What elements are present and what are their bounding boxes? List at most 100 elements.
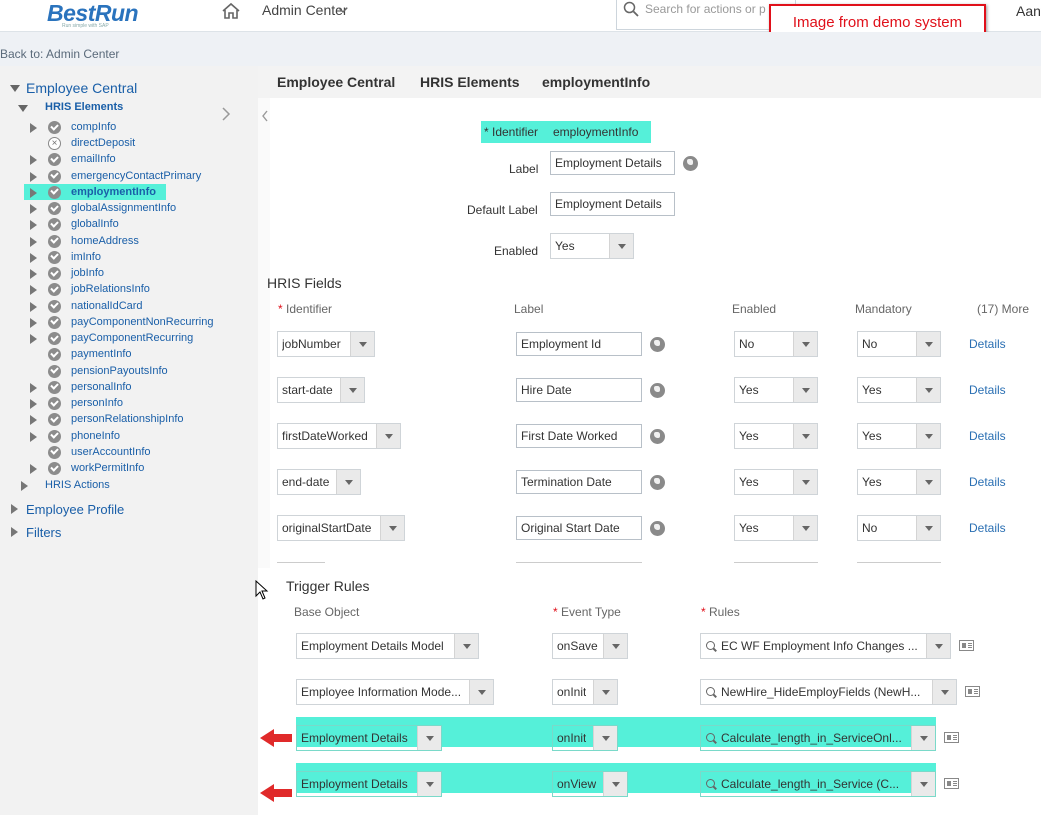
expand-arrow-icon[interactable] bbox=[30, 220, 37, 231]
tree-item-userAccountInfo[interactable]: userAccountInfo bbox=[71, 446, 151, 458]
expand-arrow-icon[interactable] bbox=[21, 481, 28, 491]
field-identifier-select[interactable]: jobNumber bbox=[277, 331, 375, 357]
tree-group-hris-elements[interactable]: HRIS Elements bbox=[45, 101, 123, 113]
expand-arrow-icon[interactable] bbox=[30, 187, 37, 198]
tree-item-jobRelationsInfo[interactable]: jobRelationsInfo bbox=[71, 283, 150, 295]
rule-select[interactable]: Calculate_length_in_Service (C... bbox=[700, 771, 936, 797]
rule-details-icon[interactable] bbox=[944, 778, 959, 789]
collapse-panel[interactable] bbox=[258, 98, 270, 568]
field-label-input[interactable]: First Date Worked bbox=[516, 424, 642, 448]
chevron-down-icon[interactable] bbox=[340, 378, 364, 402]
globe-icon[interactable] bbox=[650, 383, 665, 398]
chevron-down-icon[interactable] bbox=[793, 332, 817, 356]
field-label-input[interactable]: Original Start Date bbox=[516, 516, 642, 540]
field-mandatory-select[interactable]: No bbox=[857, 331, 941, 357]
tree-item-workPermitInfo[interactable]: workPermitInfo bbox=[71, 462, 144, 474]
chevron-down-icon[interactable] bbox=[417, 772, 441, 796]
base-object-select[interactable]: Employee Information Mode... bbox=[296, 679, 494, 705]
tree-root-filters[interactable]: Filters bbox=[26, 525, 61, 540]
globe-icon[interactable] bbox=[683, 156, 698, 171]
field-identifier-select[interactable]: firstDateWorked bbox=[277, 423, 401, 449]
tree-item-nationalIdCard[interactable]: nationalIdCard bbox=[71, 300, 143, 312]
expand-arrow-icon[interactable] bbox=[30, 171, 37, 182]
chevron-down-icon[interactable] bbox=[793, 470, 817, 494]
field-label-input[interactable]: Hire Date bbox=[516, 378, 642, 402]
tree-item-employmentInfo[interactable]: employmentInfo bbox=[71, 186, 156, 198]
globe-icon[interactable] bbox=[650, 475, 665, 490]
expand-arrow-icon[interactable] bbox=[30, 301, 37, 312]
base-object-select[interactable]: Employment Details bbox=[296, 725, 442, 751]
chevron-down-icon[interactable] bbox=[454, 634, 478, 658]
globe-icon[interactable] bbox=[650, 521, 665, 536]
expand-arrow-icon[interactable] bbox=[11, 504, 18, 514]
tree-item-personInfo[interactable]: personInfo bbox=[71, 397, 123, 409]
chevron-down-icon[interactable] bbox=[380, 516, 404, 540]
expand-arrow-icon[interactable] bbox=[30, 464, 37, 475]
details-link[interactable]: Details bbox=[969, 429, 1006, 443]
event-type-select[interactable]: onSave bbox=[552, 633, 628, 659]
rule-details-icon[interactable] bbox=[959, 640, 974, 651]
event-type-select[interactable]: onInit bbox=[552, 725, 618, 751]
home-icon[interactable] bbox=[221, 2, 241, 20]
field-label-input[interactable]: Employment Id bbox=[516, 332, 642, 356]
expand-arrow-icon[interactable] bbox=[30, 252, 37, 263]
chevron-down-icon[interactable] bbox=[376, 424, 400, 448]
tree-item-globalInfo[interactable]: globalInfo bbox=[71, 218, 119, 230]
field-enabled-select[interactable]: Yes bbox=[734, 423, 818, 449]
expand-arrow-icon[interactable] bbox=[30, 123, 37, 133]
field-mandatory-select[interactable]: Yes bbox=[857, 377, 941, 403]
chevron-right-icon[interactable] bbox=[221, 106, 231, 122]
enabled-select[interactable]: Yes bbox=[550, 233, 634, 259]
event-type-select[interactable]: onInit bbox=[552, 679, 618, 705]
tree-item-imInfo[interactable]: imInfo bbox=[71, 251, 101, 263]
field-mandatory-select[interactable]: Yes bbox=[857, 423, 941, 449]
nav-title[interactable]: Admin Center bbox=[262, 2, 348, 18]
chevron-down-icon[interactable] bbox=[911, 726, 935, 750]
expand-arrow-icon[interactable] bbox=[30, 382, 37, 393]
chevron-down-icon[interactable] bbox=[338, 6, 348, 14]
tree-item-compInfo[interactable]: compInfo bbox=[71, 121, 116, 133]
details-link[interactable]: Details bbox=[969, 521, 1006, 535]
expand-arrow-icon[interactable] bbox=[30, 236, 37, 247]
expand-arrow-icon[interactable] bbox=[11, 527, 18, 537]
base-object-select[interactable]: Employment Details bbox=[296, 771, 442, 797]
chevron-down-icon[interactable] bbox=[336, 470, 360, 494]
rule-details-icon[interactable] bbox=[944, 732, 959, 743]
chevron-down-icon[interactable] bbox=[350, 332, 374, 356]
chevron-down-icon[interactable] bbox=[603, 772, 627, 796]
expand-arrow-icon[interactable] bbox=[30, 317, 37, 328]
globe-icon[interactable] bbox=[650, 429, 665, 444]
rule-select[interactable]: Calculate_length_in_ServiceOnl... bbox=[700, 725, 936, 751]
tree-item-jobInfo[interactable]: jobInfo bbox=[71, 267, 104, 279]
col-more[interactable]: (17) More bbox=[977, 302, 1029, 316]
chevron-down-icon[interactable] bbox=[609, 234, 633, 258]
chevron-down-icon[interactable] bbox=[916, 470, 940, 494]
chevron-down-icon[interactable] bbox=[916, 332, 940, 356]
tree-root-employee-profile[interactable]: Employee Profile bbox=[26, 502, 124, 517]
tree-item-paymentInfo[interactable]: paymentInfo bbox=[71, 348, 132, 360]
tree-item-emergencyContactPrimary[interactable]: emergencyContactPrimary bbox=[71, 170, 201, 182]
base-object-select[interactable]: Employment Details Model bbox=[296, 633, 479, 659]
chevron-left-icon[interactable] bbox=[261, 110, 269, 122]
expand-arrow-icon[interactable] bbox=[30, 285, 37, 296]
label-input[interactable]: Employment Details bbox=[550, 151, 675, 175]
chevron-down-icon[interactable] bbox=[911, 772, 935, 796]
chevron-down-icon[interactable] bbox=[793, 378, 817, 402]
chevron-down-icon[interactable] bbox=[593, 680, 617, 704]
tree-item-payComponentNonRecurring[interactable]: payComponentNonRecurring bbox=[71, 316, 213, 328]
breadcrumb-item[interactable]: Employee Central bbox=[277, 74, 395, 90]
chevron-down-icon[interactable] bbox=[603, 634, 627, 658]
tree-item-personRelationshipInfo[interactable]: personRelationshipInfo bbox=[71, 413, 184, 425]
chevron-down-icon[interactable] bbox=[793, 516, 817, 540]
tree-item-personalInfo[interactable]: personalInfo bbox=[71, 381, 132, 393]
field-label-input[interactable]: Termination Date bbox=[516, 470, 642, 494]
tree-item-phoneInfo[interactable]: phoneInfo bbox=[71, 430, 120, 442]
tree-item-pensionPayoutsInfo[interactable]: pensionPayoutsInfo bbox=[71, 365, 168, 377]
breadcrumb-item[interactable]: HRIS Elements bbox=[420, 74, 520, 90]
tree-group-hris-actions[interactable]: HRIS Actions bbox=[45, 479, 110, 491]
tree-root-employee-central[interactable]: Employee Central bbox=[26, 80, 137, 96]
details-link[interactable]: Details bbox=[969, 337, 1006, 351]
globe-icon[interactable] bbox=[650, 337, 665, 352]
tree-item-homeAddress[interactable]: homeAddress bbox=[71, 235, 139, 247]
rule-select[interactable]: NewHire_HideEmployFields (NewH... bbox=[700, 679, 957, 705]
